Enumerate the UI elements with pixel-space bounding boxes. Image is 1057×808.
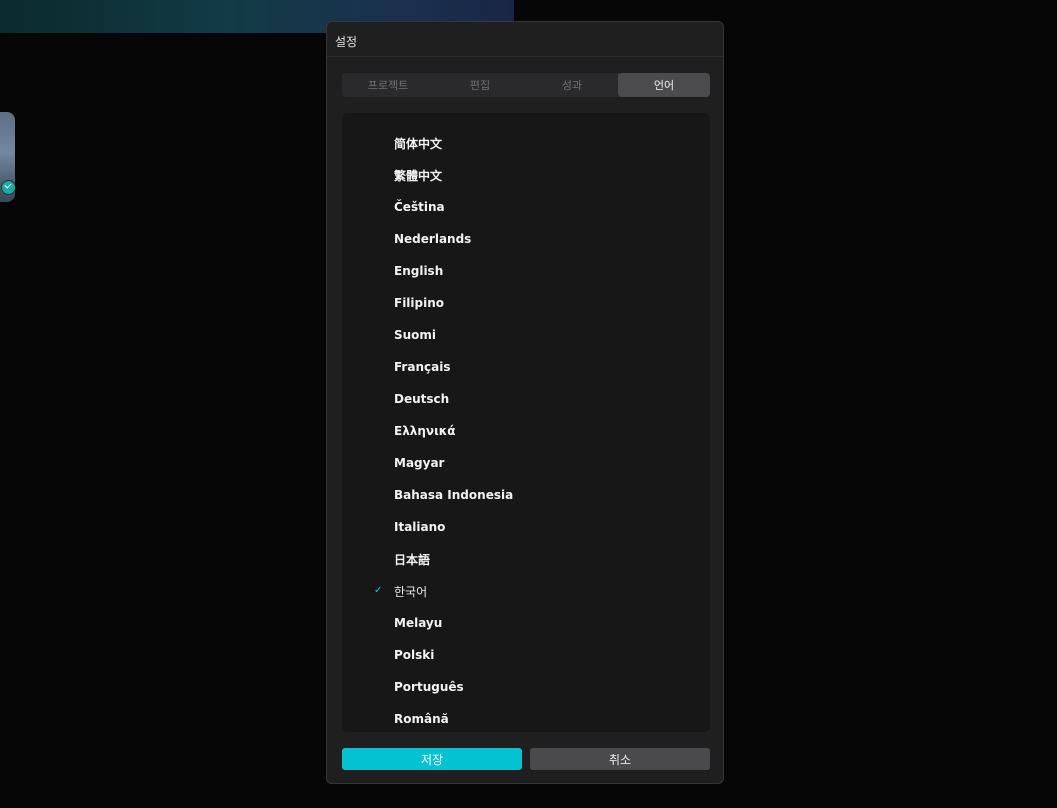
- language-label: Čeština: [394, 200, 445, 214]
- tab-language[interactable]: 언어: [618, 73, 710, 97]
- project-thumbnail[interactable]: [0, 112, 15, 202]
- language-option[interactable]: Čeština: [342, 191, 710, 223]
- language-option[interactable]: ✓ 한국어: [342, 575, 710, 607]
- language-label: Română: [394, 712, 449, 726]
- settings-tabs: 프로젝트 편집 성과 언어: [342, 73, 710, 97]
- language-label: Nederlands: [394, 232, 472, 246]
- language-label: Italiano: [394, 520, 446, 534]
- language-option[interactable]: Português: [342, 671, 710, 703]
- language-option[interactable]: Ελληνικά: [342, 415, 710, 447]
- tab-edit[interactable]: 편집: [434, 73, 526, 97]
- settings-dialog: 설정 프로젝트 편집 성과 언어 简体中文繁體中文 Čeština Nederlan…: [326, 21, 724, 784]
- language-label: 繁體中文: [394, 168, 443, 183]
- language-option[interactable]: 繁體中文: [342, 159, 710, 191]
- language-option[interactable]: 日本語: [342, 543, 710, 575]
- title-divider: [327, 56, 723, 57]
- check-icon: ✓: [374, 585, 383, 596]
- language-option[interactable]: Română: [342, 703, 710, 732]
- language-label: Melayu: [394, 616, 443, 630]
- tab-performance[interactable]: 성과: [526, 73, 618, 97]
- thumbnail-label-fragment: [0, 225, 3, 233]
- cancel-button[interactable]: 취소: [530, 748, 710, 770]
- language-label: 简体中文: [394, 136, 443, 151]
- language-label: Magyar: [394, 456, 445, 470]
- language-label: Suomi: [394, 328, 437, 342]
- language-label: 한국어: [394, 584, 428, 599]
- language-option[interactable]: Italiano: [342, 511, 710, 543]
- language-label: Polski: [394, 648, 435, 662]
- language-label: 日本語: [394, 552, 431, 567]
- language-list[interactable]: 简体中文繁體中文 Čeština Nederlands English Filipino…: [342, 113, 710, 732]
- check-circle-icon: [1, 180, 15, 195]
- language-option[interactable]: Français: [342, 351, 710, 383]
- language-label: Deutsch: [394, 392, 450, 406]
- language-label: Bahasa Indonesia: [394, 488, 514, 502]
- language-option[interactable]: Bahasa Indonesia: [342, 479, 710, 511]
- language-option[interactable]: Deutsch: [342, 383, 710, 415]
- language-option[interactable]: Filipino: [342, 287, 710, 319]
- language-label: Français: [394, 360, 451, 374]
- language-option[interactable]: Magyar: [342, 447, 710, 479]
- save-button[interactable]: 저장: [342, 748, 522, 770]
- language-option[interactable]: Melayu: [342, 607, 710, 639]
- dialog-title: 설정: [335, 35, 358, 49]
- language-option[interactable]: Nederlands: [342, 223, 710, 255]
- language-label: Ελληνικά: [394, 424, 456, 438]
- language-option[interactable]: 简体中文: [342, 127, 710, 159]
- language-option[interactable]: Polski: [342, 639, 710, 671]
- language-option[interactable]: Suomi: [342, 319, 710, 351]
- language-label: Português: [394, 680, 464, 694]
- tab-project[interactable]: 프로젝트: [342, 73, 434, 97]
- language-option[interactable]: English: [342, 255, 710, 287]
- language-label: Filipino: [394, 296, 445, 310]
- language-label: English: [394, 264, 444, 278]
